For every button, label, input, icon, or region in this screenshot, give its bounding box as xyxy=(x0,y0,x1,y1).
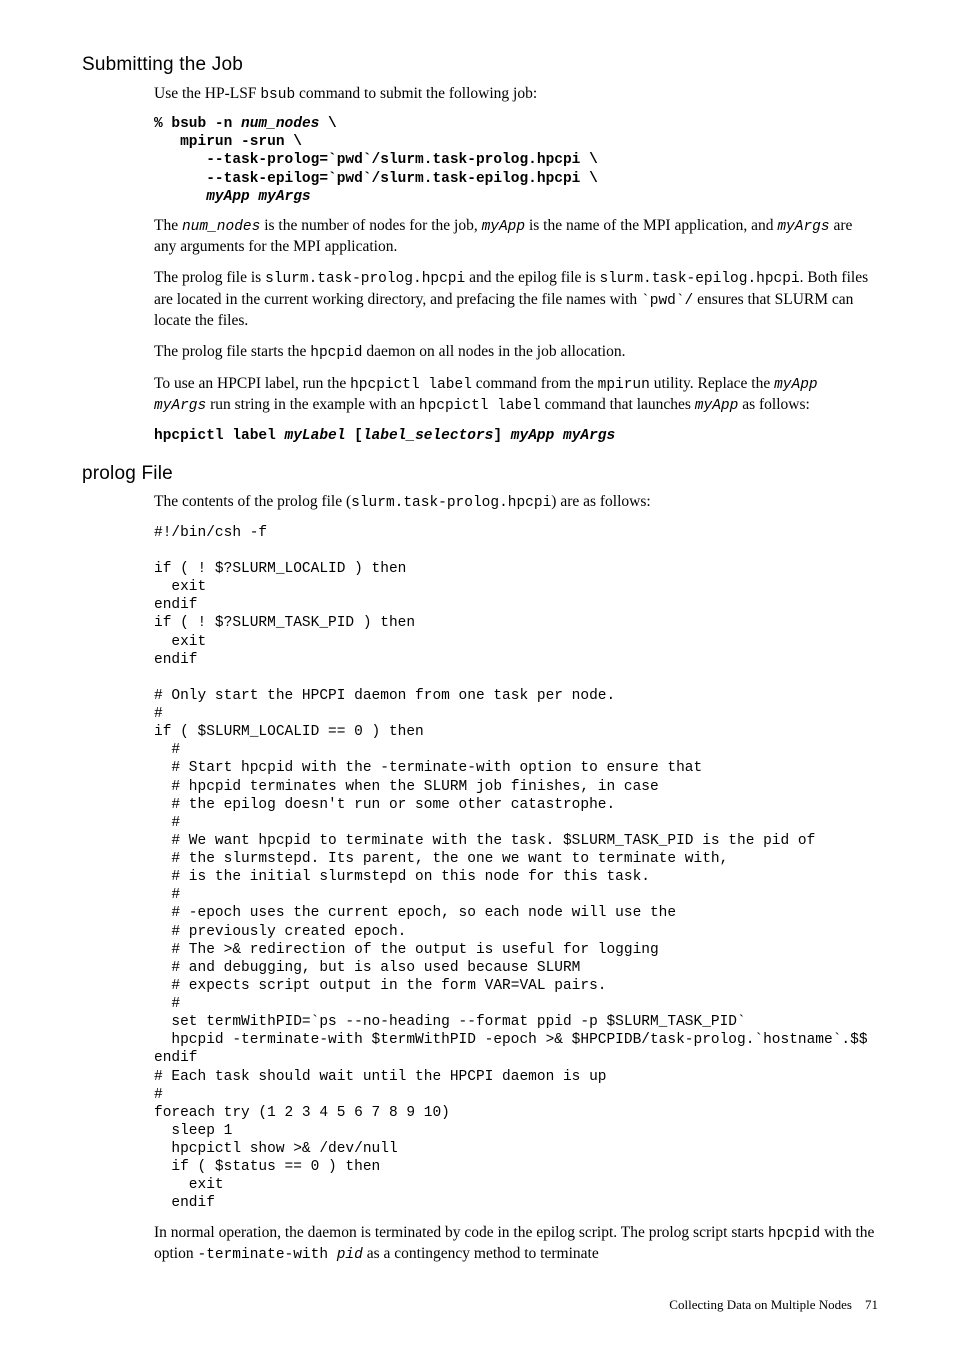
para: To use an HPCPI label, run the hpcpictl … xyxy=(154,374,878,417)
inline-code: pid xyxy=(337,1247,363,1263)
page-footer: Collecting Data on Multiple Nodes 71 xyxy=(82,1296,878,1314)
text: Use the HP-LSF xyxy=(154,85,260,102)
text: In normal operation, the daemon is termi… xyxy=(154,1224,768,1241)
footer-text: Collecting Data on Multiple Nodes xyxy=(669,1297,852,1312)
text: is the name of the MPI application, and xyxy=(525,217,777,234)
code-text: label_selectors xyxy=(363,428,494,444)
inline-code: `pwd`/ xyxy=(641,293,693,309)
text: The contents of the prolog file ( xyxy=(154,493,351,510)
text: as follows: xyxy=(738,396,809,413)
code-line-hpcpictl: hpcpictl label myLabel [label_selectors]… xyxy=(154,427,878,447)
inline-code: myApp xyxy=(482,219,526,235)
text: run string in the example with an xyxy=(206,396,419,413)
code-text: [ xyxy=(345,428,362,444)
text: command to submit the following job: xyxy=(295,85,537,102)
inline-code: myApp xyxy=(695,398,739,414)
code-text: hpcpictl label xyxy=(154,428,285,444)
code-block-bsub: % bsub -n num_nodes \ mpirun -srun \ --t… xyxy=(154,115,878,206)
inline-code: hpcpid xyxy=(310,345,362,361)
inline-code: slurm.task-prolog.hpcpi xyxy=(351,495,551,511)
inline-code: hpcpictl label xyxy=(350,377,472,393)
para: The num_nodes is the number of nodes for… xyxy=(154,216,878,258)
text: utility. Replace the xyxy=(650,375,774,392)
inline-code: num_nodes xyxy=(182,219,260,235)
text: To use an HPCPI label, run the xyxy=(154,375,350,392)
code-text: myApp myArgs xyxy=(511,428,615,444)
para: In normal operation, the daemon is termi… xyxy=(154,1223,878,1266)
text: command from the xyxy=(472,375,598,392)
code-text: myLabel xyxy=(285,428,346,444)
inline-code: myArgs xyxy=(777,219,829,235)
section-heading-submitting: Submitting the Job xyxy=(82,52,878,78)
text: The prolog file is xyxy=(154,269,265,286)
section2-body: The contents of the prolog file (slurm.t… xyxy=(154,492,878,1265)
section1-body: Use the HP-LSF bsub command to submit th… xyxy=(154,84,878,447)
inline-code: bsub xyxy=(260,87,295,103)
code-text: % bsub -n num_nodes \ mpirun -srun \ --t… xyxy=(154,116,598,205)
text: daemon on all nodes in the job allocatio… xyxy=(362,343,625,360)
text: is the number of nodes for the job, xyxy=(260,217,481,234)
inline-code: slurm.task-epilog.hpcpi xyxy=(600,271,800,287)
para: The prolog file starts the hpcpid daemon… xyxy=(154,342,878,364)
code-block-prolog: #!/bin/csh -f if ( ! $?SLURM_LOCALID ) t… xyxy=(154,524,878,1213)
para: Use the HP-LSF bsub command to submit th… xyxy=(154,84,878,106)
code-text: ] xyxy=(493,428,510,444)
text: The xyxy=(154,217,182,234)
text: and the epilog file is xyxy=(465,269,599,286)
text: The prolog file starts the xyxy=(154,343,310,360)
inline-code: hpcpictl label xyxy=(419,398,541,414)
text: ) are as follows: xyxy=(551,493,650,510)
text: command that launches xyxy=(541,396,695,413)
inline-code: mpirun xyxy=(598,377,650,393)
para: The prolog file is slurm.task-prolog.hpc… xyxy=(154,268,878,332)
inline-code: hpcpid xyxy=(768,1226,820,1242)
inline-code: -terminate-with xyxy=(198,1247,337,1263)
text: as a contingency method to terminate xyxy=(363,1245,599,1262)
page-number: 71 xyxy=(865,1297,878,1312)
section-heading-prolog: prolog File xyxy=(82,461,878,487)
para: The contents of the prolog file (slurm.t… xyxy=(154,492,878,514)
inline-code: slurm.task-prolog.hpcpi xyxy=(265,271,465,287)
